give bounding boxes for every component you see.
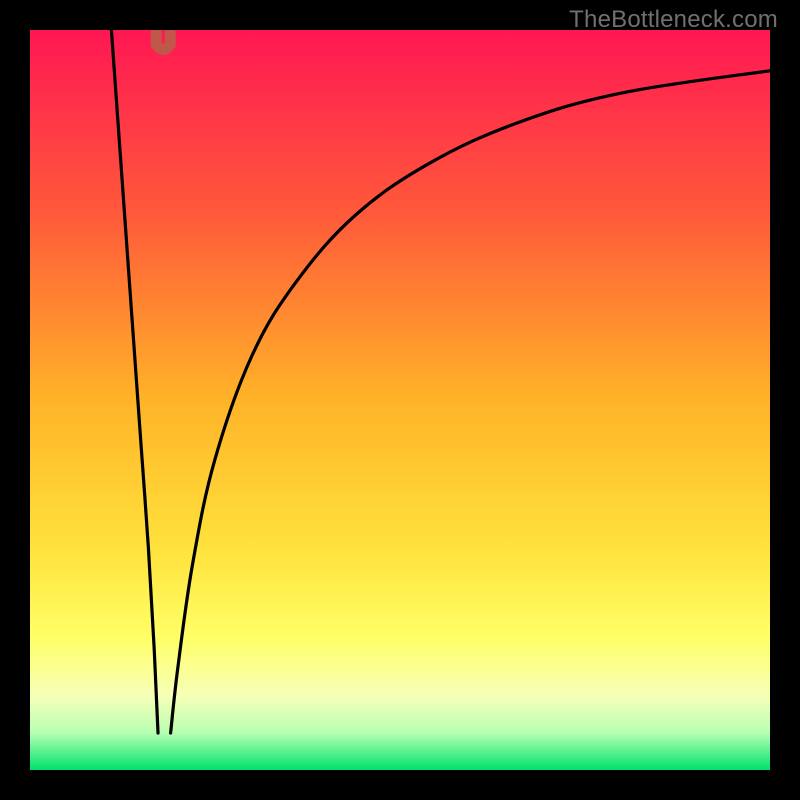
plot-area bbox=[30, 30, 770, 770]
chart-frame: TheBottleneck.com bbox=[0, 0, 800, 800]
chart-svg bbox=[30, 30, 770, 770]
gradient-background bbox=[30, 30, 770, 770]
